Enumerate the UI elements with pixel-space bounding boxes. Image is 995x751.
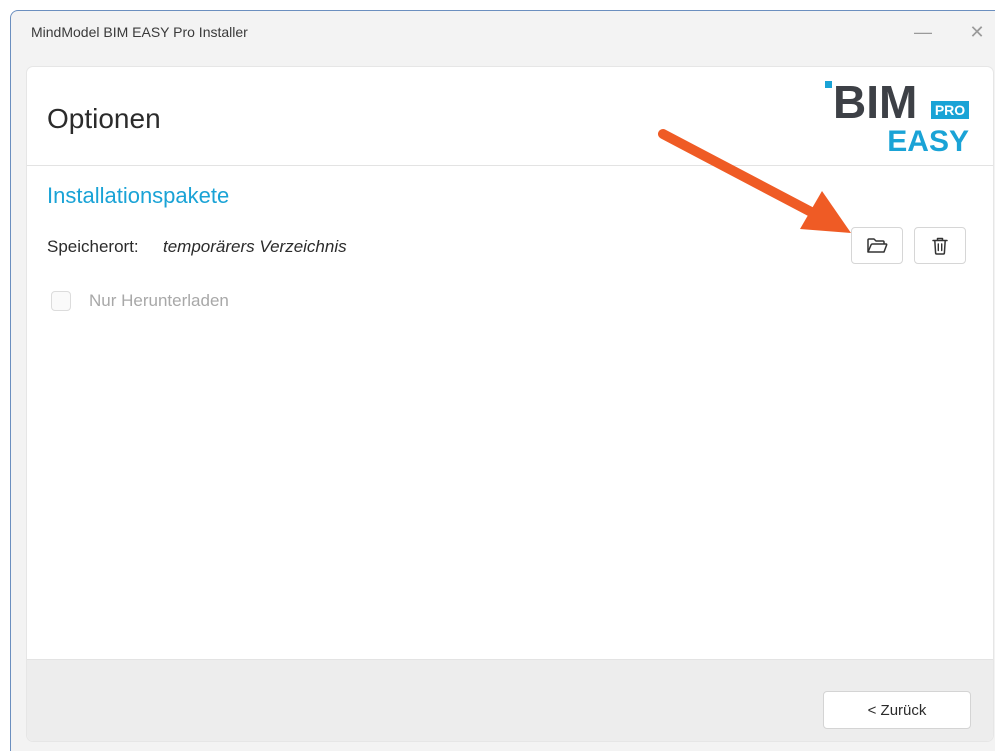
folder-open-icon bbox=[867, 237, 888, 253]
section-title: Installationspakete bbox=[47, 183, 230, 208]
minimize-button[interactable]: — bbox=[901, 17, 945, 47]
logo-badge-text: PRO bbox=[935, 102, 965, 118]
close-button[interactable]: ✕ bbox=[955, 17, 995, 47]
installer-window: MindModel BIM EASY Pro Installer — ✕ Opt… bbox=[10, 10, 995, 751]
title-bar: MindModel BIM EASY Pro Installer — ✕ bbox=[11, 11, 995, 55]
download-only-checkbox[interactable] bbox=[51, 291, 71, 311]
storage-location-label: Speicherort: bbox=[47, 237, 139, 256]
window-title: MindModel BIM EASY Pro Installer bbox=[31, 24, 248, 40]
delete-button[interactable] bbox=[914, 227, 966, 264]
page-header: Optionen BIM PRO EASY bbox=[27, 67, 993, 166]
back-button[interactable]: < Zurück bbox=[823, 691, 971, 729]
trash-icon bbox=[932, 237, 948, 255]
logo-sub-text: EASY bbox=[887, 125, 969, 155]
page-title: Optionen bbox=[47, 103, 161, 134]
download-only-option[interactable]: Nur Herunterladen bbox=[51, 289, 229, 313]
browse-folder-button[interactable] bbox=[851, 227, 903, 264]
bim-easy-pro-logo: BIM PRO EASY bbox=[825, 76, 969, 155]
footer-bar: < Zurück bbox=[27, 659, 993, 741]
logo-main-text: BIM bbox=[833, 76, 917, 128]
content-panel: Optionen BIM PRO EASY Installationspaket… bbox=[27, 67, 993, 741]
storage-location-value: temporärers Verzeichnis bbox=[163, 237, 347, 256]
download-only-label: Nur Herunterladen bbox=[89, 291, 229, 310]
